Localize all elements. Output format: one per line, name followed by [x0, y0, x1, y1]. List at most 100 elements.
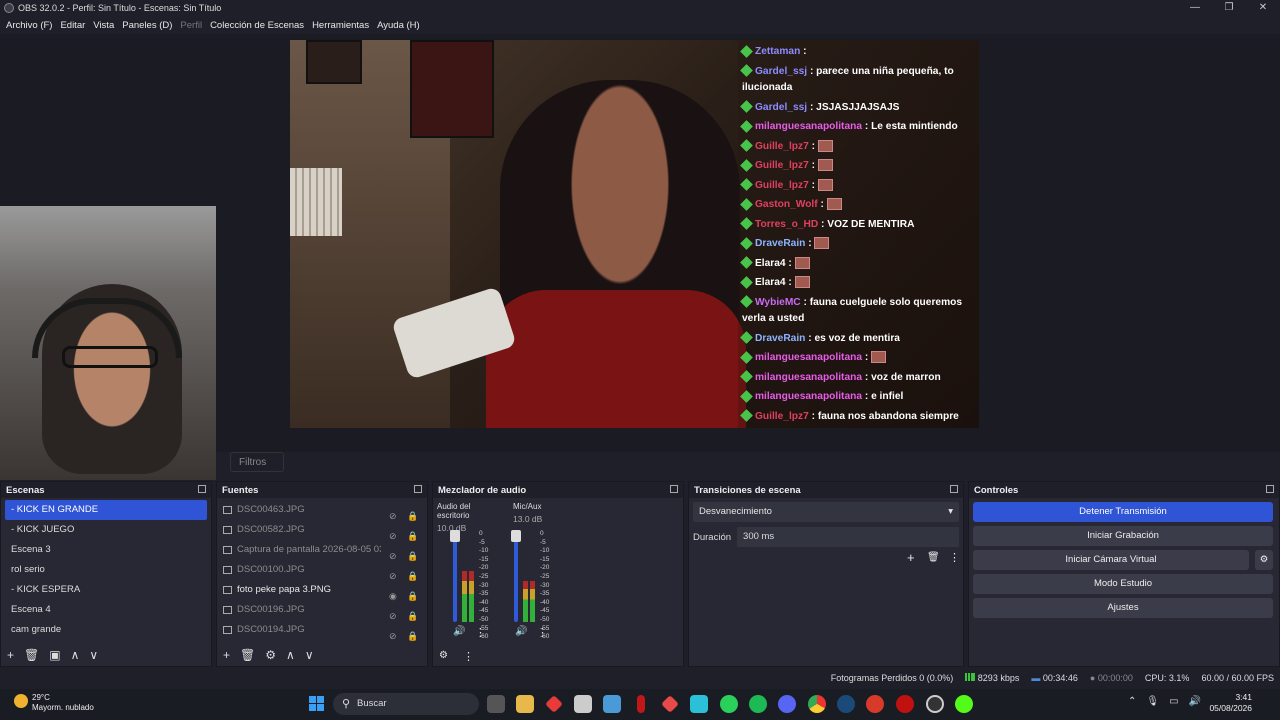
menu-coleccion-escenas[interactable]: Colección de Escenas [210, 20, 304, 31]
mixer-settings-icon[interactable]: ⚙ [439, 650, 448, 661]
lock-icon[interactable]: 🔒 [407, 506, 418, 521]
spotify-icon[interactable] [749, 695, 767, 713]
chrome-icon[interactable] [808, 695, 826, 713]
paint-icon[interactable] [603, 695, 621, 713]
steam-icon[interactable] [837, 695, 855, 713]
app-icon[interactable] [661, 695, 679, 713]
app-icon[interactable] [690, 695, 708, 713]
source-item[interactable]: DSC00100.JPG ⊘ 🔒 [217, 560, 418, 581]
lock-icon[interactable]: 🔒 [407, 606, 418, 621]
task-view-icon[interactable] [487, 695, 505, 713]
opera-icon[interactable] [896, 695, 914, 713]
app-icon[interactable] [866, 695, 884, 713]
system-tray[interactable]: ⌃ 🎙 ▭ 🔊 [1128, 696, 1201, 707]
eye-hidden-icon[interactable]: ⊘ [389, 506, 399, 521]
eye-hidden-icon[interactable]: ⊘ [389, 626, 399, 641]
remove-transition-button[interactable]: 🗑 [927, 552, 940, 563]
scene-item[interactable]: - KICK ESPERA [5, 580, 207, 600]
lock-icon[interactable]: 🔒 [407, 546, 418, 561]
transition-menu-icon[interactable]: ⋮ [949, 551, 960, 564]
app-icon[interactable] [545, 695, 563, 713]
scene-item[interactable]: - KICK JUEGO [5, 520, 207, 540]
discord-icon[interactable] [778, 695, 796, 713]
source-item[interactable]: Captura de pantalla 2026-08-05 0313 ⊘ 🔒 [217, 540, 418, 561]
microphone-icon[interactable]: 🎙 [1146, 696, 1159, 707]
undock-icon[interactable] [1266, 485, 1274, 493]
move-source-down-button[interactable]: ∨ [305, 648, 314, 662]
volume-icon[interactable]: 🔊 [1189, 696, 1201, 707]
app-icon[interactable] [574, 695, 592, 713]
network-icon[interactable]: ▭ [1169, 696, 1178, 707]
preview-area[interactable]: Zettaman : Gardel_ssj : parece una niña … [0, 34, 1280, 480]
source-item[interactable]: DSC00463.JPG ⊘ 🔒 [217, 500, 418, 521]
eye-hidden-icon[interactable]: ⊘ [389, 606, 399, 621]
move-scene-up-button[interactable]: ∧ [71, 648, 80, 662]
source-properties-button[interactable]: ⚙ [265, 648, 276, 662]
remove-source-button[interactable]: 🗑 [240, 648, 255, 662]
menu-herramientas[interactable]: Herramientas [312, 20, 369, 31]
undock-icon[interactable] [950, 485, 958, 493]
close-button[interactable]: ✕ [1246, 0, 1280, 16]
clock[interactable]: 3:41 05/08/2026 [1209, 692, 1252, 714]
source-item[interactable]: DSC00194.JPG ⊘ 🔒 [217, 620, 418, 641]
maximize-button[interactable]: ❐ [1212, 0, 1246, 16]
studio-mode-button[interactable]: Modo Estudio [973, 574, 1273, 594]
eye-hidden-icon[interactable]: ⊘ [389, 526, 399, 541]
start-recording-button[interactable]: Iniciar Grabación [973, 526, 1273, 546]
mixer-menu-icon[interactable]: ⋮ [463, 650, 474, 663]
remove-scene-button[interactable]: 🗑 [24, 648, 39, 662]
channel-menu-icon[interactable]: ⋮ [475, 626, 486, 639]
scene-filters-button[interactable]: ▣ [49, 648, 60, 662]
minimize-button[interactable]: — [1178, 0, 1212, 16]
lock-icon[interactable]: 🔒 [407, 626, 418, 641]
scene-item[interactable]: Escena 4 [5, 600, 207, 620]
weather-widget[interactable]: 29°C Mayorm. nublado [14, 693, 94, 713]
eye-icon[interactable]: ◉ [389, 586, 399, 601]
add-transition-button[interactable]: + [907, 550, 915, 565]
add-source-button[interactable]: + [223, 648, 230, 662]
undock-icon[interactable] [414, 485, 422, 493]
mute-icon[interactable]: 🔊 [515, 626, 527, 637]
menu-ayuda[interactable]: Ayuda (H) [377, 20, 420, 31]
lock-icon[interactable]: 🔒 [407, 526, 418, 541]
scene-item[interactable]: rol serio [5, 560, 207, 580]
file-explorer-icon[interactable] [516, 695, 534, 713]
filters-button[interactable]: Filtros [230, 452, 284, 472]
add-scene-button[interactable]: + [7, 648, 14, 662]
virtual-camera-settings-icon[interactable]: ⚙ [1255, 550, 1273, 570]
source-item[interactable]: foto peke papa 3.PNG ◉ 🔒 [217, 580, 418, 601]
menu-editar[interactable]: Editar [60, 20, 85, 31]
source-item[interactable]: DSC00582.JPG ⊘ 🔒 [217, 520, 418, 541]
eye-hidden-icon[interactable]: ⊘ [389, 546, 399, 561]
transition-select[interactable]: Desvanecimiento ▾ [693, 502, 959, 522]
duration-input[interactable]: 300 ms [737, 527, 959, 547]
kick-icon[interactable] [955, 695, 973, 713]
scene-item[interactable]: cam grande [5, 620, 207, 640]
menu-perfil[interactable]: Perfil [180, 20, 202, 31]
mute-icon[interactable]: 🔊 [453, 626, 465, 637]
settings-button[interactable]: Ajustes [973, 598, 1273, 618]
whatsapp-icon[interactable] [720, 695, 738, 713]
undock-icon[interactable] [198, 485, 206, 493]
menu-vista[interactable]: Vista [93, 20, 114, 31]
obs-icon[interactable] [926, 695, 944, 713]
search-box[interactable]: Buscar [333, 693, 479, 715]
stop-streaming-button[interactable]: Detener Transmisión [973, 502, 1273, 522]
app-icon[interactable] [637, 695, 645, 713]
menu-archivo[interactable]: Archivo (F) [6, 20, 52, 31]
scene-item[interactable]: - KICK EN GRANDE [5, 500, 207, 520]
lock-icon[interactable]: 🔒 [407, 586, 418, 601]
volume-slider[interactable] [450, 530, 460, 622]
scene-item[interactable]: Escena 3 [5, 540, 207, 560]
source-item[interactable]: DSC00196.JPG ⊘ 🔒 [217, 600, 418, 621]
start-virtual-camera-button[interactable]: Iniciar Cámara Virtual [973, 550, 1249, 570]
chevron-up-icon[interactable]: ⌃ [1128, 696, 1136, 707]
lock-icon[interactable]: 🔒 [407, 566, 418, 581]
channel-menu-icon[interactable]: ⋮ [537, 626, 548, 639]
move-source-up-button[interactable]: ∧ [286, 648, 295, 662]
volume-slider[interactable] [511, 530, 521, 622]
eye-hidden-icon[interactable]: ⊘ [389, 566, 399, 581]
undock-icon[interactable] [670, 485, 678, 493]
start-button[interactable] [309, 696, 324, 711]
menu-paneles[interactable]: Paneles (D) [122, 20, 172, 31]
